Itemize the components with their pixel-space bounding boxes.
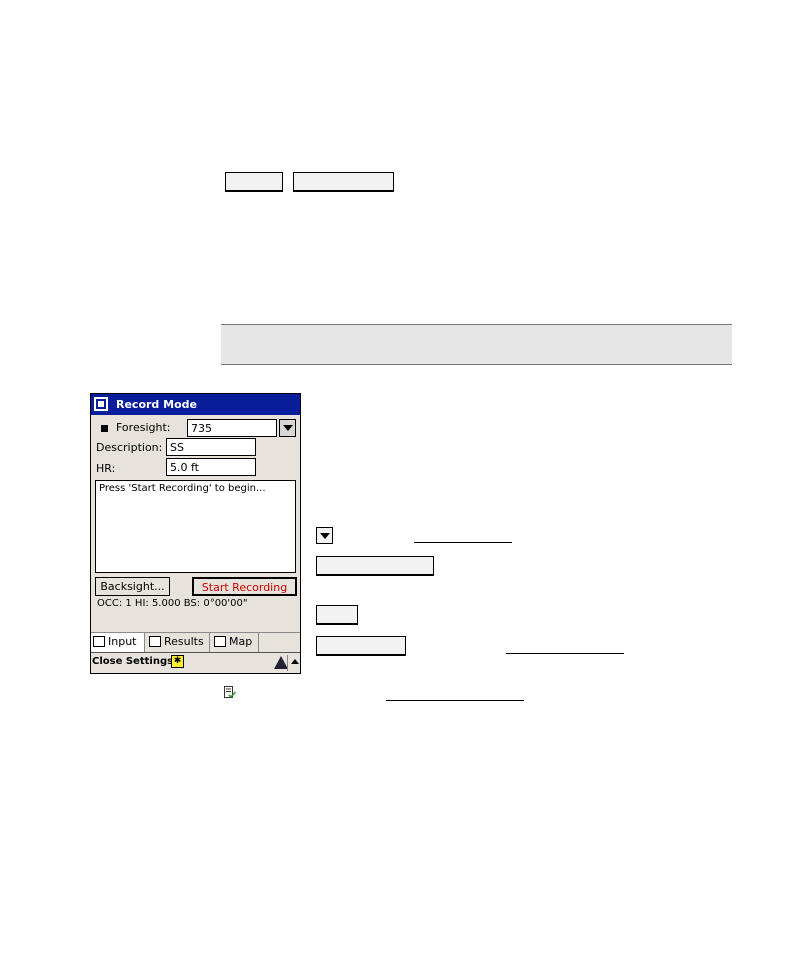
underline-3 bbox=[386, 700, 524, 701]
doc-button-5[interactable] bbox=[316, 636, 406, 656]
star-icon[interactable]: ✱ bbox=[171, 655, 184, 668]
command-bar: Close Settings ✱ bbox=[91, 652, 300, 673]
results-tab-icon bbox=[149, 636, 161, 647]
up-arrow-icon[interactable] bbox=[291, 659, 299, 664]
foresight-dropdown-arrow-icon[interactable] bbox=[279, 419, 296, 437]
checklist-icon bbox=[224, 686, 236, 699]
hr-label: HR: bbox=[96, 462, 116, 475]
hr-field[interactable]: 5.0 ft bbox=[166, 458, 256, 476]
tab-results[interactable]: Results bbox=[147, 633, 210, 652]
doc-button-4[interactable] bbox=[316, 605, 358, 625]
tab-input[interactable]: Input bbox=[91, 633, 145, 652]
description-label: Description: bbox=[96, 441, 163, 454]
window-title: Record Mode bbox=[116, 398, 197, 411]
dropdown-arrow-icon[interactable] bbox=[316, 527, 333, 544]
divider bbox=[287, 655, 288, 671]
message-box: Press 'Start Recording' to begin... bbox=[95, 480, 296, 573]
underline-1 bbox=[414, 542, 512, 543]
doc-button-1[interactable] bbox=[225, 172, 283, 192]
tab-results-label: Results bbox=[164, 635, 204, 648]
start-recording-button[interactable]: Start Recording bbox=[192, 577, 297, 596]
triangle-icon[interactable] bbox=[274, 656, 288, 669]
close-settings-menu[interactable]: Close Settings bbox=[92, 656, 173, 667]
underline-2 bbox=[506, 653, 624, 654]
tab-input-label: Input bbox=[108, 635, 137, 648]
status-line: OCC: 1 HI: 5.000 BS: 0°00'00" bbox=[97, 598, 248, 609]
backsight-button[interactable]: Backsight... bbox=[95, 577, 170, 596]
title-bar: Record Mode bbox=[91, 394, 300, 415]
foresight-toggle-icon[interactable] bbox=[101, 425, 108, 432]
app-icon[interactable] bbox=[93, 396, 109, 412]
input-tab-icon bbox=[93, 636, 105, 647]
tab-map-label: Map bbox=[229, 635, 253, 648]
foresight-label: Foresight: bbox=[116, 421, 171, 434]
tab-bar: Input Results Map bbox=[91, 632, 300, 653]
doc-button-3[interactable] bbox=[316, 556, 434, 576]
record-mode-window: Record Mode Foresight: 735 Description: … bbox=[90, 393, 301, 674]
note-band bbox=[221, 324, 732, 365]
tab-map[interactable]: Map bbox=[212, 633, 259, 652]
foresight-field[interactable]: 735 bbox=[187, 419, 277, 437]
description-field[interactable]: SS bbox=[166, 438, 256, 456]
map-tab-icon bbox=[214, 636, 226, 647]
doc-button-2[interactable] bbox=[293, 172, 394, 192]
